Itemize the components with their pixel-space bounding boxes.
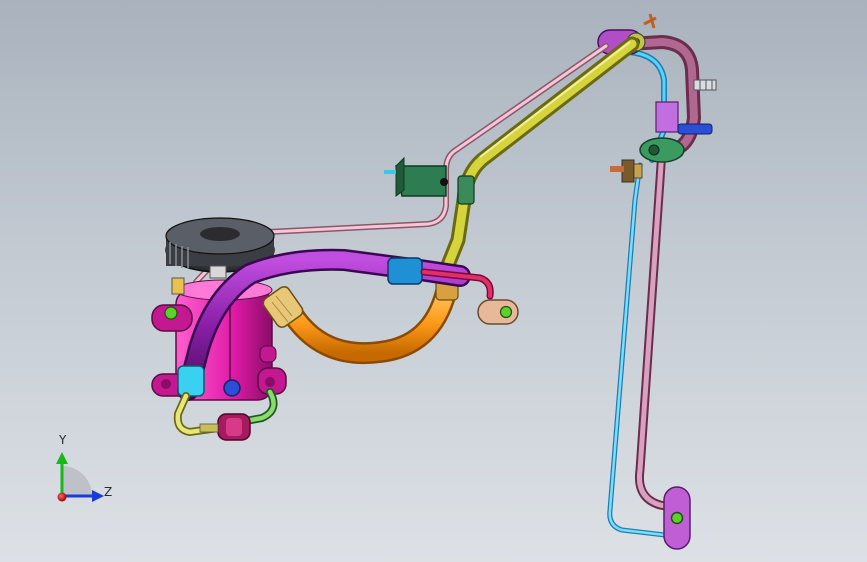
compressor-body[interactable] (151, 265, 287, 401)
pipe-clamp-right (639, 137, 685, 163)
ac-piping-assembly-model[interactable] (0, 0, 867, 562)
hose-ferrule-blue (387, 257, 423, 285)
pipe-support-bracket[interactable] (384, 156, 475, 205)
y-axis-arrow (56, 452, 68, 464)
right-pipe-run[interactable] (607, 145, 691, 550)
y-axis-label: Y (59, 433, 67, 447)
olive-pipe[interactable] (438, 36, 640, 278)
z-axis-label: Z (104, 485, 113, 499)
service-port-right (693, 79, 717, 91)
bottom-mount-plate[interactable] (663, 486, 691, 550)
graphics-viewport[interactable]: Y Z (0, 0, 867, 562)
triad-graphic (56, 452, 104, 502)
mounting-ear-upper (151, 304, 193, 332)
muffler-fitting (217, 413, 251, 441)
view-orientation-triad[interactable]: Y Z (48, 434, 118, 510)
valve-block (655, 101, 679, 133)
mounting-ear-right (257, 345, 287, 395)
orange-suction-hose[interactable] (261, 269, 459, 364)
upper-right-pipe-loop[interactable] (597, 13, 717, 183)
x-axis-point (57, 492, 67, 502)
blue-fitting (677, 123, 713, 135)
right-lug-fitting[interactable] (477, 299, 519, 325)
z-axis-arrow (92, 490, 104, 502)
hose-ferrule-cyan (177, 365, 205, 397)
